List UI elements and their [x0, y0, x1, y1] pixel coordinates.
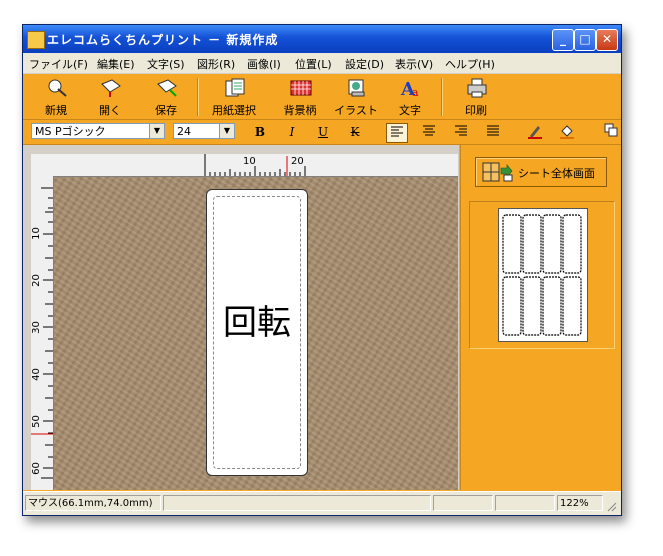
sheet-overview-button[interactable]: シート全体画面 [475, 157, 607, 187]
print-button[interactable]: 印刷 [451, 76, 501, 117]
open-label: 開く [99, 104, 121, 117]
vertical-ruler: 10 20 30 40 50 60 [31, 176, 54, 490]
bold-button[interactable]: B [250, 123, 270, 141]
fill-color-button[interactable] [557, 123, 577, 141]
open-icon [101, 79, 121, 97]
menu-settings[interactable]: 設定(D) [345, 56, 384, 72]
print-label: 印刷 [465, 104, 487, 117]
menu-view[interactable]: 表示(V) [395, 56, 433, 72]
text-button[interactable]: Aa 文字 [385, 76, 435, 117]
new-icon [48, 79, 67, 97]
text-icon: Aa [400, 79, 419, 98]
illust-button[interactable]: イラスト [331, 76, 381, 117]
maximize-button[interactable]: □ [574, 29, 596, 51]
layers-icon [604, 123, 618, 137]
status-cell-empty [433, 495, 493, 511]
ruler-corner [31, 154, 54, 177]
label-card[interactable]: 回転 [206, 189, 308, 476]
menu-text[interactable]: 文字(S) [147, 56, 185, 72]
ruler-tick-label: 40 [30, 368, 42, 381]
canvas-area: 10 20 10 20 30 40 50 60 回転 [23, 145, 459, 490]
menu-shape[interactable]: 図形(R) [197, 56, 235, 72]
menu-bar: ファイル(F) 編集(E) 文字(S) 図形(R) 画像(I) 位置(L) 設定… [23, 53, 621, 74]
resize-grip-icon[interactable] [605, 500, 617, 512]
toolbar-divider [197, 78, 199, 116]
format-toolbar: MS Pゴシック ▼ 24 ▼ B I U K [23, 120, 621, 145]
illust-label: イラスト [334, 104, 378, 117]
sheet-preview-frame [469, 201, 615, 349]
close-button[interactable]: ✕ [596, 29, 618, 51]
paper-select-label: 用紙選択 [212, 104, 256, 117]
menu-file[interactable]: ファイル(F) [29, 56, 88, 72]
app-icon [27, 31, 45, 49]
background-label: 背景柄 [283, 104, 317, 117]
workspace-background: 回転 [54, 177, 458, 490]
chevron-down-icon[interactable]: ▼ [149, 124, 164, 138]
save-button[interactable]: 保存 [141, 76, 191, 117]
background-button[interactable]: 背景柄 [275, 76, 325, 117]
arrange-button[interactable] [601, 123, 621, 141]
ruler-tick-label: 10 [243, 156, 256, 167]
align-left-button[interactable] [386, 123, 408, 143]
horizontal-ruler: 10 20 [53, 154, 458, 177]
toolbar-divider [441, 78, 443, 116]
line-color-button[interactable] [525, 123, 545, 141]
app-window: エレコムらくちんプリント － 新規作成 _ □ ✕ ファイル(F) 編集(E) … [22, 24, 622, 516]
strikethrough-button[interactable]: K [345, 123, 365, 141]
save-label: 保存 [155, 104, 177, 117]
paint-bucket-icon [560, 125, 574, 139]
ruler-tick-label: 20 [291, 156, 304, 167]
justify-icon [487, 125, 499, 136]
new-button[interactable]: 新規 [31, 76, 81, 117]
font-size-select[interactable]: 24 ▼ [173, 123, 235, 139]
ruler-tick-label: 30 [30, 321, 42, 334]
sheet-overview-icon [482, 162, 513, 182]
menu-image[interactable]: 画像(I) [247, 56, 281, 72]
title-bar[interactable]: エレコムらくちんプリント － 新規作成 _ □ ✕ [23, 25, 621, 53]
align-left-icon [391, 126, 403, 137]
align-right-icon [455, 125, 467, 136]
ruler-tick-label: 20 [30, 274, 42, 287]
label-text[interactable]: 回転 [207, 295, 307, 344]
svg-text:a: a [412, 86, 419, 98]
printer-icon [467, 78, 487, 98]
mouse-position-status: マウス(66.1mm,74.0mm) [25, 495, 161, 511]
open-button[interactable]: 開く [85, 76, 135, 117]
align-center-button[interactable] [419, 123, 439, 141]
ruler-tick-label: 10 [30, 227, 42, 240]
new-label: 新規 [45, 104, 67, 117]
ruler-tick-label: 50 [30, 415, 42, 428]
sheet-overview-label: シート全体画面 [518, 167, 595, 180]
save-icon [157, 79, 177, 97]
background-pattern-icon [290, 80, 312, 96]
underline-button[interactable]: U [313, 123, 333, 141]
sheet-preview[interactable] [498, 208, 588, 342]
menu-position[interactable]: 位置(L) [295, 56, 332, 72]
main-toolbar: 新規 開く 保存 用紙選択 背景柄 イラスト Aa 文字 印刷 [23, 74, 621, 120]
menu-help[interactable]: ヘルプ(H) [445, 56, 495, 72]
menu-edit[interactable]: 編集(E) [97, 56, 135, 72]
paper-select-button[interactable]: 用紙選択 [209, 76, 259, 117]
paper-icon [225, 78, 245, 97]
minimize-button[interactable]: _ [552, 29, 574, 51]
status-cell-empty [163, 495, 431, 511]
text-label: 文字 [399, 104, 421, 117]
sheet-panel: シート全体画面 [460, 145, 621, 490]
pen-icon [528, 126, 542, 139]
align-right-button[interactable] [451, 123, 471, 141]
zoom-status: 122% [557, 495, 603, 511]
sheet-preview-labels [502, 214, 582, 336]
font-select[interactable]: MS Pゴシック ▼ [31, 123, 165, 139]
ruler-tick-label: 60 [30, 462, 42, 475]
font-size-value: 24 [177, 125, 191, 138]
window-title: エレコムらくちんプリント － 新規作成 [47, 33, 279, 47]
italic-button[interactable]: I [282, 123, 302, 141]
status-cell-empty [495, 495, 555, 511]
align-center-icon [423, 125, 435, 136]
justify-button[interactable] [483, 123, 503, 141]
illust-icon [348, 79, 365, 97]
chevron-down-icon[interactable]: ▼ [219, 124, 234, 138]
status-bar: マウス(66.1mm,74.0mm) 122% [23, 491, 621, 515]
font-select-value: MS Pゴシック [35, 125, 106, 138]
